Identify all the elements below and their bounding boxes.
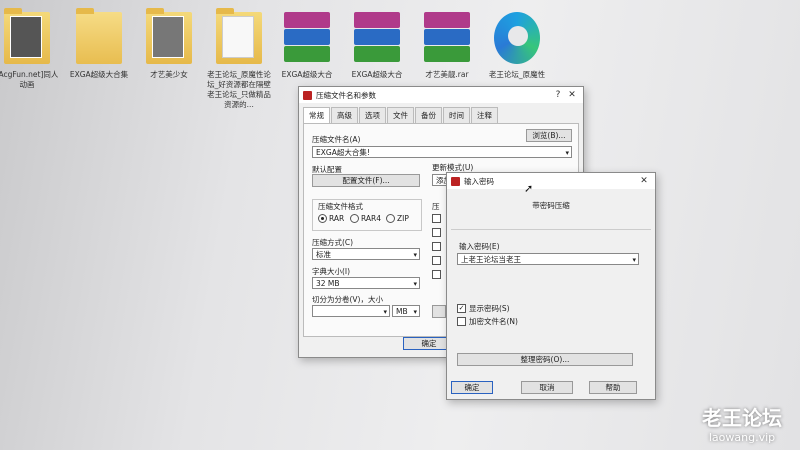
organize-passwords-button[interactable]: 整理密码(O)...: [457, 353, 633, 366]
password-cancel-button[interactable]: 取消: [521, 381, 573, 394]
desktop-icon[interactable]: EXGA超级大合集: [64, 8, 134, 80]
desktop-icon-label: EXGA超级大合: [281, 70, 333, 79]
options-label: 压: [432, 202, 440, 211]
encrypt-filenames-checkbox[interactable]: 加密文件名(N): [457, 316, 518, 327]
watermark: 老王论坛 laowang.vip: [702, 402, 782, 444]
desktop-icon-label: EXGA超级大合: [351, 70, 403, 79]
format-label: 压缩文件格式: [318, 202, 363, 211]
browse-button[interactable]: 浏览(B)...: [526, 129, 572, 142]
password-input[interactable]: 上老王论坛当老王 ▾: [457, 253, 639, 265]
dialog-titlebar: 压缩文件名和参数 ? ✕: [299, 87, 583, 103]
password-dialog-titlebar: 输入密码 ✕: [447, 173, 655, 189]
desktop-icon[interactable]: 才艺美靓.rar: [412, 12, 482, 80]
archive-name-value: EXGA超大合集!: [316, 148, 370, 157]
desktop-icon[interactable]: [AcgFun.net]同人动画: [0, 8, 62, 90]
format-rar-radio[interactable]: RAR: [318, 214, 344, 223]
desktop-icon[interactable]: 老王论坛_原魔性论坛_好资源都在隔壁老王论坛_只做精品资源的...: [204, 8, 274, 110]
checkmark-icon: ✓: [457, 304, 466, 313]
chevron-down-icon: ▾: [383, 308, 387, 316]
format-zip-radio[interactable]: ZIP: [386, 214, 409, 223]
chevron-down-icon: ▾: [413, 251, 417, 259]
desktop-icon-label: 才艺美少女: [150, 70, 188, 79]
method-combo[interactable]: 标准 ▾: [312, 248, 420, 260]
watermark-title: 老王论坛: [702, 406, 782, 430]
format-rar4-radio[interactable]: RAR4: [350, 214, 381, 223]
tab-backup[interactable]: 备份: [415, 107, 442, 123]
profiles-button[interactable]: 配置文件(F)...: [312, 174, 420, 187]
rar-archive-icon: [284, 12, 330, 64]
method-value: 标准: [316, 250, 331, 259]
archive-name-combo[interactable]: EXGA超大合集! ▾: [312, 146, 572, 158]
winrar-icon: [303, 90, 312, 100]
help-icon[interactable]: ?: [551, 90, 565, 100]
tab-time[interactable]: 时间: [443, 107, 470, 123]
option-checkbox[interactable]: [432, 228, 441, 237]
dict-value: 32 MB: [316, 279, 340, 288]
rar-archive-icon: [354, 12, 400, 64]
split-label: 切分为分卷(V)，大小: [312, 295, 383, 304]
desktop-icon-label: 老王论坛_原魔性: [488, 70, 546, 79]
option-checkbox[interactable]: [432, 256, 441, 265]
show-password-checkbox[interactable]: ✓ 显示密码(S): [457, 303, 510, 314]
password-dialog-title: 输入密码: [464, 176, 494, 186]
rar-archive-icon: [424, 12, 470, 64]
archive-name-label: 压缩文件名(A): [312, 135, 361, 144]
desktop-icon-label: 老王论坛_原魔性论坛_好资源都在隔壁老王论坛_只做精品资源的...: [207, 70, 271, 109]
mouse-cursor-icon: ➚: [524, 182, 534, 195]
desktop-icon-label: [AcgFun.net]同人动画: [0, 70, 59, 89]
chevron-down-icon: ▾: [413, 308, 417, 316]
watermark-url: laowang.vip: [708, 431, 776, 444]
desktop-icon-label: EXGA超级大合集: [69, 70, 129, 79]
chevron-down-icon: ▾: [413, 280, 417, 288]
set-password-button[interactable]: [432, 305, 446, 318]
dict-combo[interactable]: 32 MB ▾: [312, 277, 420, 289]
desktop-icon-label: 才艺美靓.rar: [425, 70, 469, 79]
tab-advanced[interactable]: 高级: [331, 107, 358, 123]
edge-browser-icon: [494, 12, 540, 64]
enter-password-label: 输入密码(E): [459, 242, 500, 251]
option-checkbox[interactable]: [432, 242, 441, 251]
tab-files[interactable]: 文件: [387, 107, 414, 123]
tab-bar: 常规 高级 选项 文件 备份 时间 注释: [299, 103, 583, 123]
folder-icon: [146, 8, 192, 64]
password-dialog: 输入密码 ✕ 带密码压缩 输入密码(E) 上老王论坛当老王 ▾ ✓ 显示密码(S) …: [446, 172, 656, 400]
close-icon[interactable]: ✕: [565, 90, 579, 100]
password-ok-button[interactable]: 确定: [451, 381, 493, 394]
close-icon[interactable]: ✕: [637, 176, 651, 186]
method-label: 压缩方式(C): [312, 238, 354, 247]
password-value: 上老王论坛当老王: [461, 255, 521, 264]
option-checkbox[interactable]: [432, 270, 441, 279]
password-help-button[interactable]: 帮助: [589, 381, 637, 394]
dialog-title: 压缩文件名和参数: [316, 90, 376, 100]
split-size-combo[interactable]: ▾: [312, 305, 390, 317]
desktop-icon[interactable]: EXGA超级大合: [272, 12, 342, 80]
folder-icon: [216, 8, 262, 64]
split-unit-value: MB: [396, 307, 408, 316]
tab-general[interactable]: 常规: [303, 107, 330, 123]
tab-options[interactable]: 选项: [359, 107, 386, 123]
desktop-icon[interactable]: 老王论坛_原魔性: [482, 12, 552, 80]
desktop-icon[interactable]: 才艺美少女: [134, 8, 204, 80]
chevron-down-icon: ▾: [632, 256, 636, 264]
folder-icon: [4, 8, 50, 64]
folder-icon: [76, 8, 122, 64]
option-checkbox[interactable]: [432, 214, 441, 223]
chevron-down-icon: ▾: [565, 149, 569, 157]
winrar-icon: [451, 176, 460, 186]
desktop-icon[interactable]: EXGA超级大合: [342, 12, 412, 80]
split-unit-combo[interactable]: MB ▾: [392, 305, 420, 317]
password-heading: 带密码压缩: [532, 201, 570, 210]
dict-label: 字典大小(I): [312, 267, 351, 276]
tab-comment[interactable]: 注释: [471, 107, 498, 123]
